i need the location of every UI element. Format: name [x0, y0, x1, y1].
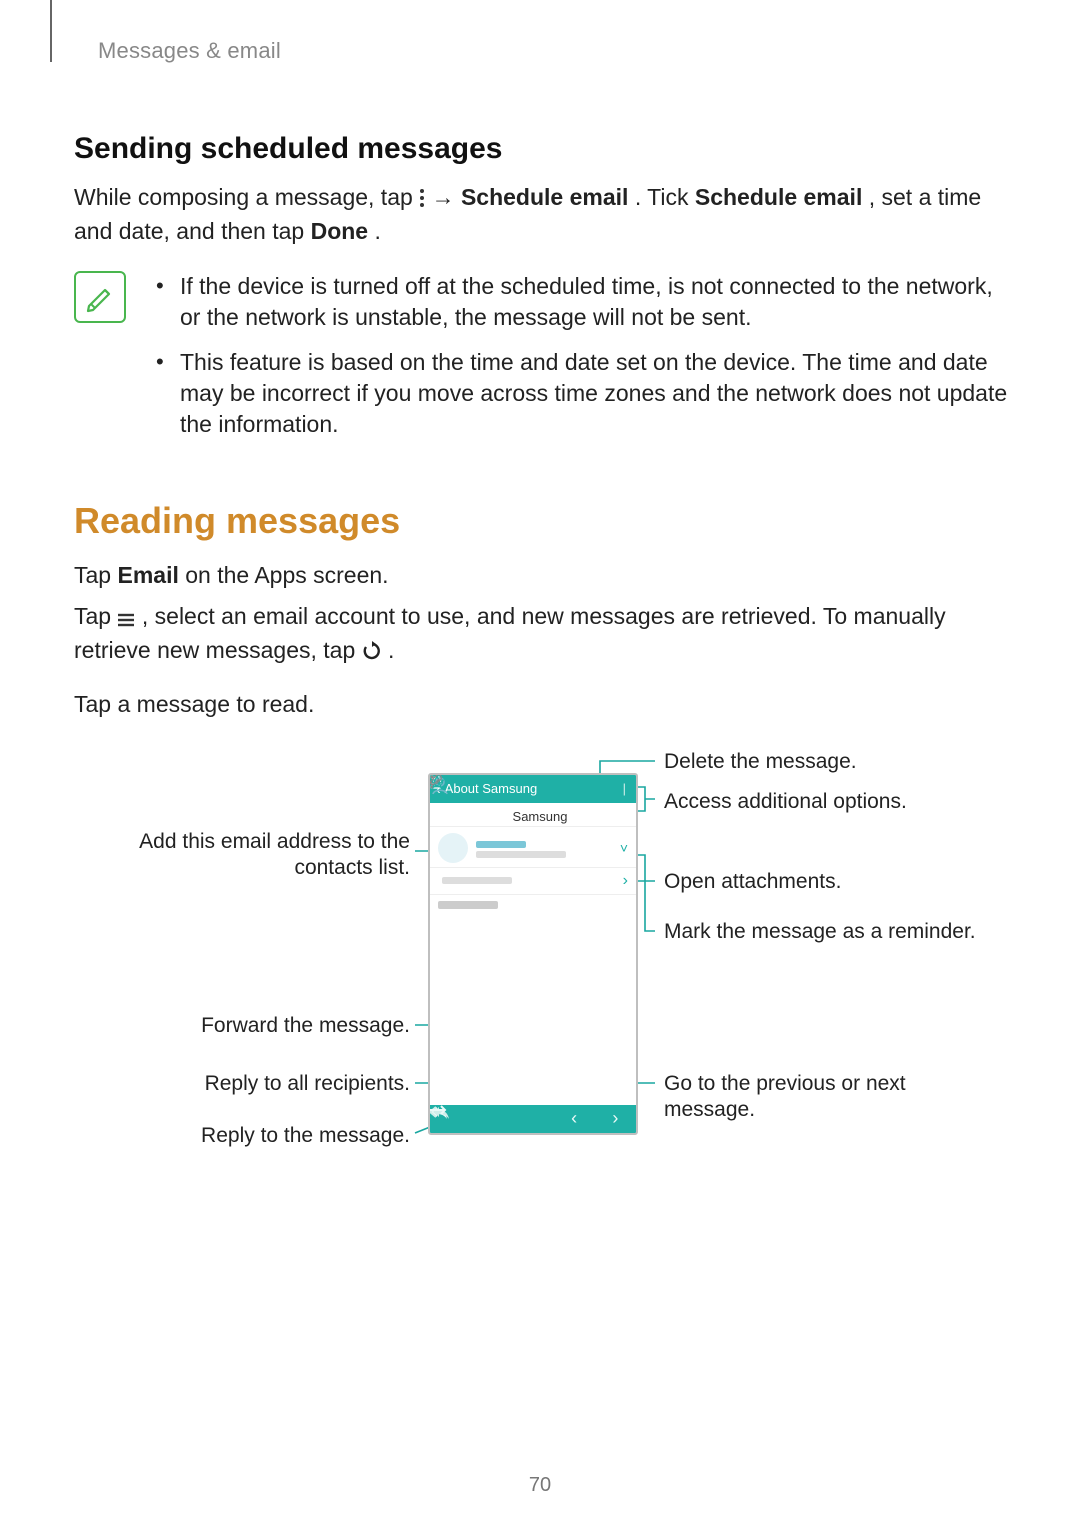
forward-button[interactable]: [522, 1110, 544, 1128]
text: on the Apps screen.: [185, 562, 388, 588]
heading-reading-messages: Reading messages: [74, 500, 1010, 542]
callout-delete: Delete the message.: [664, 749, 857, 775]
avatar-icon[interactable]: [438, 833, 468, 863]
note-list: If the device is turned off at the sched…: [156, 271, 1010, 454]
next-message-button[interactable]: ›: [604, 1110, 626, 1128]
sender-name: Samsung: [452, 809, 628, 824]
menu-icon: [117, 604, 135, 635]
callout-prev-next: Go to the previous or next message.: [664, 1071, 944, 1124]
callout-reply: Reply to the message.: [130, 1123, 410, 1149]
prev-message-button[interactable]: ‹: [563, 1110, 585, 1128]
bold-email: Email: [117, 562, 178, 588]
para-reading-1: Tap Email on the Apps screen.: [74, 560, 1010, 591]
more-options-icon: [419, 185, 425, 216]
reply-all-button[interactable]: [481, 1110, 503, 1128]
header-title: About Samsung: [445, 781, 538, 796]
email-screen-mock: ‹ About Samsung | Samsung: [428, 773, 638, 1135]
callout-options: Access additional options.: [664, 789, 907, 815]
bold-schedule-email-1: Schedule email: [461, 184, 628, 210]
para-reading-2: Tap , select an email account to use, an…: [74, 601, 1010, 669]
running-head: Messages & email: [98, 38, 1010, 64]
arrow-text: →: [432, 184, 461, 210]
para-reading-3: Tap a message to read.: [74, 689, 1010, 720]
star-reminder-button[interactable]: ˅: [620, 840, 628, 856]
page-number: 70: [0, 1474, 1080, 1497]
open-attachment-button[interactable]: ›: [623, 872, 628, 890]
heading-sending-scheduled: Sending scheduled messages: [74, 132, 1010, 166]
email-action-bar: ‹ ›: [430, 1105, 636, 1133]
chevron-down-icon: ˅: [620, 840, 628, 856]
note-item: If the device is turned off at the sched…: [156, 271, 1010, 333]
text: Tap: [74, 562, 117, 588]
callout-forward: Forward the message.: [130, 1013, 410, 1039]
bold-done: Done: [311, 218, 369, 244]
text: , select an email account to use, and ne…: [74, 603, 946, 663]
note-item: This feature is based on the time and da…: [156, 347, 1010, 440]
callout-attachments: Open attachments.: [664, 869, 841, 895]
email-header-bar: ‹ About Samsung |: [430, 775, 636, 803]
reading-diagram: ‹ About Samsung | Samsung: [70, 741, 1010, 1161]
text: . Tick: [635, 184, 695, 210]
callout-reply-all: Reply to all recipients.: [130, 1071, 410, 1097]
text: .: [388, 637, 394, 663]
callout-add-contact: Add this email address to the contacts l…: [100, 829, 410, 882]
text: Tap: [74, 603, 117, 629]
para-sending: While composing a message, tap → Schedul…: [74, 182, 1010, 247]
callout-reminder: Mark the message as a reminder.: [664, 919, 976, 945]
refresh-icon: [362, 638, 382, 669]
text: .: [374, 218, 380, 244]
note-icon: [74, 271, 126, 323]
bold-schedule-email-2: Schedule email: [695, 184, 862, 210]
text: While composing a message, tap: [74, 184, 419, 210]
